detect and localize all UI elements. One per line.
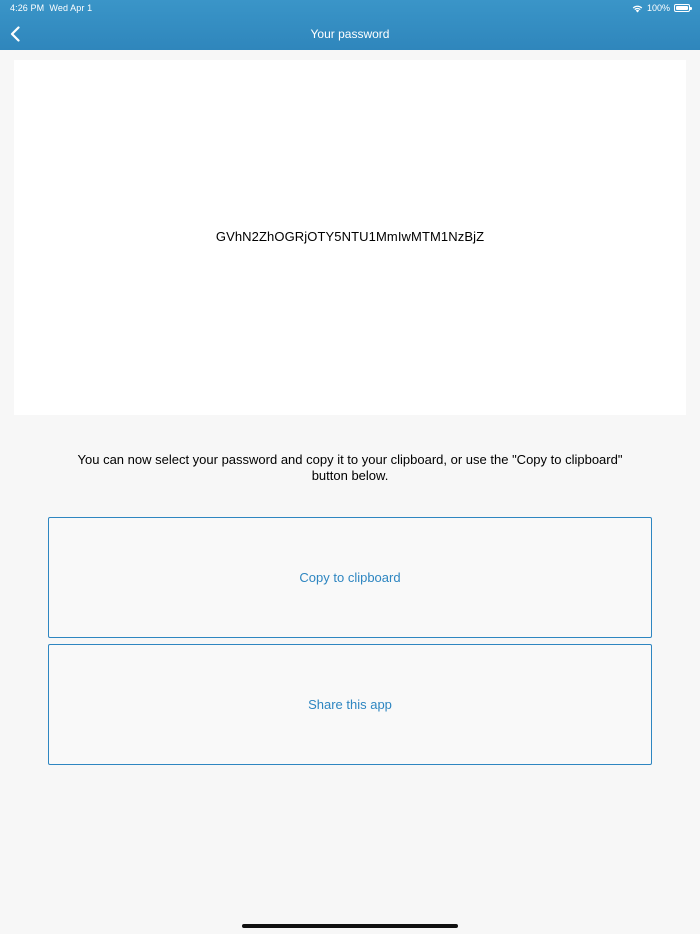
status-time: 4:26 PM: [10, 3, 45, 13]
password-card: GVhN2ZhOGRjOTY5NTU1MmIwMTM1NzBjZ: [14, 60, 686, 415]
home-indicator[interactable]: [242, 924, 458, 928]
page-title: Your password: [310, 27, 390, 41]
status-bar-time: 4:26 PM Wed Apr 1: [10, 3, 92, 13]
wifi-icon: [632, 5, 643, 12]
navigation-bar: 4:26 PM Wed Apr 1 100% Your password: [0, 0, 700, 50]
battery-icon: [674, 4, 692, 12]
share-app-button[interactable]: Share this app: [48, 644, 652, 765]
share-button-label: Share this app: [308, 697, 392, 712]
copy-to-clipboard-button[interactable]: Copy to clipboard: [48, 517, 652, 638]
battery-percent: 100%: [646, 3, 670, 13]
instruction-text: You can now select your password and cop…: [77, 452, 623, 483]
copy-button-label: Copy to clipboard: [299, 570, 401, 585]
status-bar-right: 100%: [632, 3, 692, 13]
status-date: Wed Apr 1: [49, 3, 93, 13]
password-text[interactable]: GVhN2ZhOGRjOTY5NTU1MmIwMTM1NzBjZ: [14, 229, 686, 244]
